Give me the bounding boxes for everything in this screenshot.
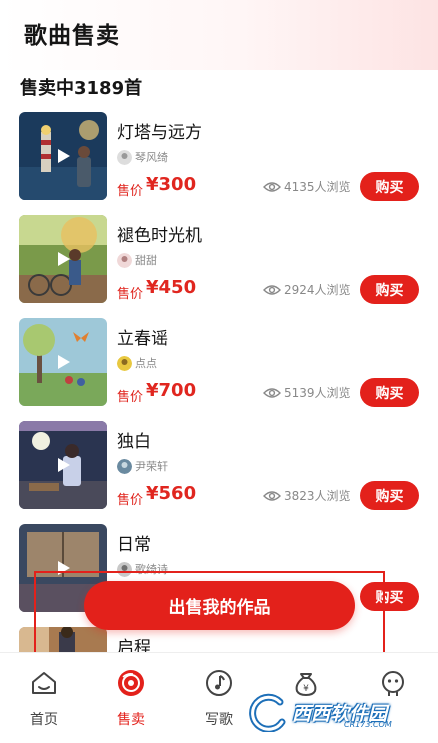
play-icon — [58, 561, 70, 575]
view-count-text: 3823人浏览 — [284, 489, 351, 503]
author-name: 甜甜 — [135, 254, 157, 267]
author-name: 歌绮诗 — [135, 563, 168, 576]
price-value: ¥300 — [146, 174, 197, 195]
song-cover-image[interactable] — [19, 318, 107, 406]
author-info: 点点 — [117, 354, 157, 372]
author-name: 琴风绮 — [135, 151, 168, 164]
price-value: ¥700 — [146, 380, 197, 401]
song-title: 立春谣 — [117, 329, 168, 349]
view-count-text: 2924人浏览 — [284, 283, 351, 297]
watermark-logo: 西西软件园 CR173.COM — [246, 690, 431, 734]
view-count: 2924人浏览 — [263, 281, 351, 298]
section-title: 售卖中3189首 — [20, 78, 143, 99]
sell-my-work-button[interactable]: 出售我的作品 — [84, 581, 355, 630]
price-label: 售价 — [117, 493, 144, 508]
play-icon — [58, 252, 70, 266]
song-item[interactable]: 立春谣 点点 售价 ¥700 5139人浏览 购买 — [0, 318, 438, 408]
author-info: 甜甜 — [117, 251, 157, 269]
price-value: ¥560 — [146, 483, 197, 504]
author-info: 琴风绮 — [117, 148, 168, 166]
tab-label: 售卖 — [117, 712, 145, 728]
watermark-subtext: CR173.COM — [344, 720, 392, 729]
price-label: 售价 — [117, 390, 144, 405]
avatar — [117, 149, 132, 165]
view-count-text: 4135人浏览 — [284, 180, 351, 194]
tab-write-song[interactable]: 写歌 — [189, 669, 249, 729]
music-note-icon — [206, 670, 232, 696]
author-name: 点点 — [135, 357, 157, 370]
buy-button[interactable]: 购买 — [360, 172, 419, 201]
song-title: 灯塔与远方 — [117, 123, 202, 143]
avatar — [117, 561, 132, 577]
view-count: 3823人浏览 — [263, 487, 351, 504]
tab-sale[interactable]: 售卖 — [101, 669, 161, 729]
record-icon — [118, 670, 144, 696]
song-cover-image[interactable] — [19, 112, 107, 200]
price-value: ¥450 — [146, 277, 197, 298]
view-count: 5139人浏览 — [263, 384, 351, 401]
buy-button[interactable]: 购买 — [360, 582, 419, 611]
song-cover-image[interactable] — [19, 215, 107, 303]
play-icon — [58, 458, 70, 472]
eye-icon — [263, 181, 281, 192]
c-logo-icon — [249, 693, 286, 732]
price-label: 售价 — [117, 287, 144, 302]
author-info: 歌绮诗 — [117, 560, 168, 578]
tab-label: 首页 — [30, 712, 58, 728]
play-icon — [58, 149, 70, 163]
view-count-text: 5139人浏览 — [284, 386, 351, 400]
song-title: 日常 — [117, 535, 151, 555]
song-item[interactable]: 灯塔与远方 琴风绮 售价 ¥300 4135人浏览 购买 — [0, 112, 438, 202]
play-icon — [58, 355, 70, 369]
eye-icon — [263, 490, 281, 501]
buy-button[interactable]: 购买 — [360, 378, 419, 407]
price-label: 售价 — [117, 184, 144, 199]
buy-button[interactable]: 购买 — [360, 481, 419, 510]
song-cover-image[interactable] — [19, 421, 107, 509]
author-info: 尹荣轩 — [117, 457, 168, 475]
page-title: 歌曲售卖 — [24, 23, 120, 49]
home-icon — [32, 672, 56, 694]
song-title: 独白 — [117, 432, 151, 452]
song-item[interactable]: 褪色时光机 甜甜 售价 ¥450 2924人浏览 购买 — [0, 215, 438, 305]
author-name: 尹荣轩 — [135, 460, 168, 473]
eye-icon — [263, 284, 281, 295]
eye-icon — [263, 387, 281, 398]
avatar — [117, 252, 132, 268]
buy-button[interactable]: 购买 — [360, 275, 419, 304]
song-title: 褪色时光机 — [117, 226, 202, 246]
song-item[interactable]: 独白 尹荣轩 售价 ¥560 3823人浏览 购买 — [0, 421, 438, 511]
avatar — [117, 458, 132, 474]
avatar — [117, 355, 132, 371]
tab-label: 写歌 — [205, 712, 233, 728]
view-count: 4135人浏览 — [263, 178, 351, 195]
tab-home[interactable]: 首页 — [14, 669, 74, 729]
